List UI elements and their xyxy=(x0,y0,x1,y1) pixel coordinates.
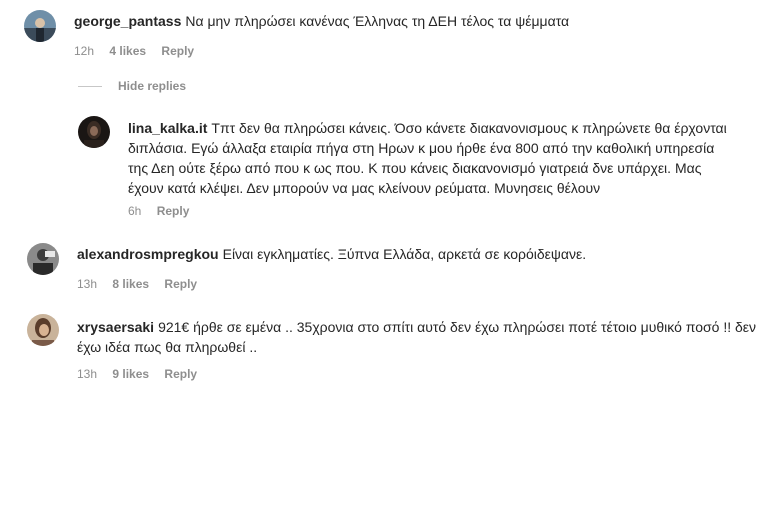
comment-time[interactable]: 13h xyxy=(77,367,97,381)
comment-username[interactable]: lina_kalka.it xyxy=(128,120,207,136)
divider-line xyxy=(78,85,102,87)
reply-button[interactable]: Reply xyxy=(164,277,197,291)
comment-text: alexandrosmpregkou Είναι εγκληματίες. Ξύπ… xyxy=(77,244,757,264)
avatar[interactable] xyxy=(24,10,56,42)
hide-replies-label: Hide replies xyxy=(118,79,187,93)
reply-button[interactable]: Reply xyxy=(161,44,194,58)
hide-replies-button[interactable]: Hide replies xyxy=(78,78,186,94)
comment-body: Να μην πληρώσει κανένας Έλληνας τη ΔΕΗ τ… xyxy=(185,13,570,29)
comment-likes[interactable]: 9 likes xyxy=(112,367,149,381)
comment-time[interactable]: 13h xyxy=(77,277,97,291)
comment-text: lina_kalka.it Τπτ δεν θα πληρώσει κάνεις.… xyxy=(128,118,738,198)
avatar[interactable] xyxy=(27,243,59,275)
reply-button[interactable]: Reply xyxy=(164,367,197,381)
comment-body: 921€ ήρθε σε εμένα .. 35χρονια στο σπίτι… xyxy=(77,319,757,355)
comment-time[interactable]: 6h xyxy=(128,204,141,218)
reply-button[interactable]: Reply xyxy=(157,204,190,218)
comment-meta: 13h 8 likes Reply xyxy=(77,277,209,291)
comment-body: Τπτ δεν θα πληρώσει κάνεις. Όσο κάνετε δ… xyxy=(128,120,727,196)
comment-time[interactable]: 12h xyxy=(74,44,94,58)
comment-likes[interactable]: 4 likes xyxy=(109,44,146,58)
comment-username[interactable]: xrysaersaki xyxy=(77,319,154,335)
comment-meta: 13h 9 likes Reply xyxy=(77,367,209,381)
avatar[interactable] xyxy=(27,314,59,346)
comment-text: xrysaersaki 921€ ήρθε σε εμένα .. 35χρονι… xyxy=(77,317,757,357)
avatar[interactable] xyxy=(78,116,110,148)
comment-likes[interactable]: 8 likes xyxy=(112,277,149,291)
comment-username[interactable]: george_pantass xyxy=(74,13,181,29)
comment-text: george_pantass Να μην πληρώσει κανένας Έλ… xyxy=(74,11,754,31)
comment-body: Είναι εγκληματίες. Ξύπνα Ελλάδα, αρκετά … xyxy=(222,246,587,262)
comment-username[interactable]: alexandrosmpregkou xyxy=(77,246,219,262)
comment-meta: 6h Reply xyxy=(128,204,201,218)
comment-meta: 12h 4 likes Reply xyxy=(74,44,206,58)
